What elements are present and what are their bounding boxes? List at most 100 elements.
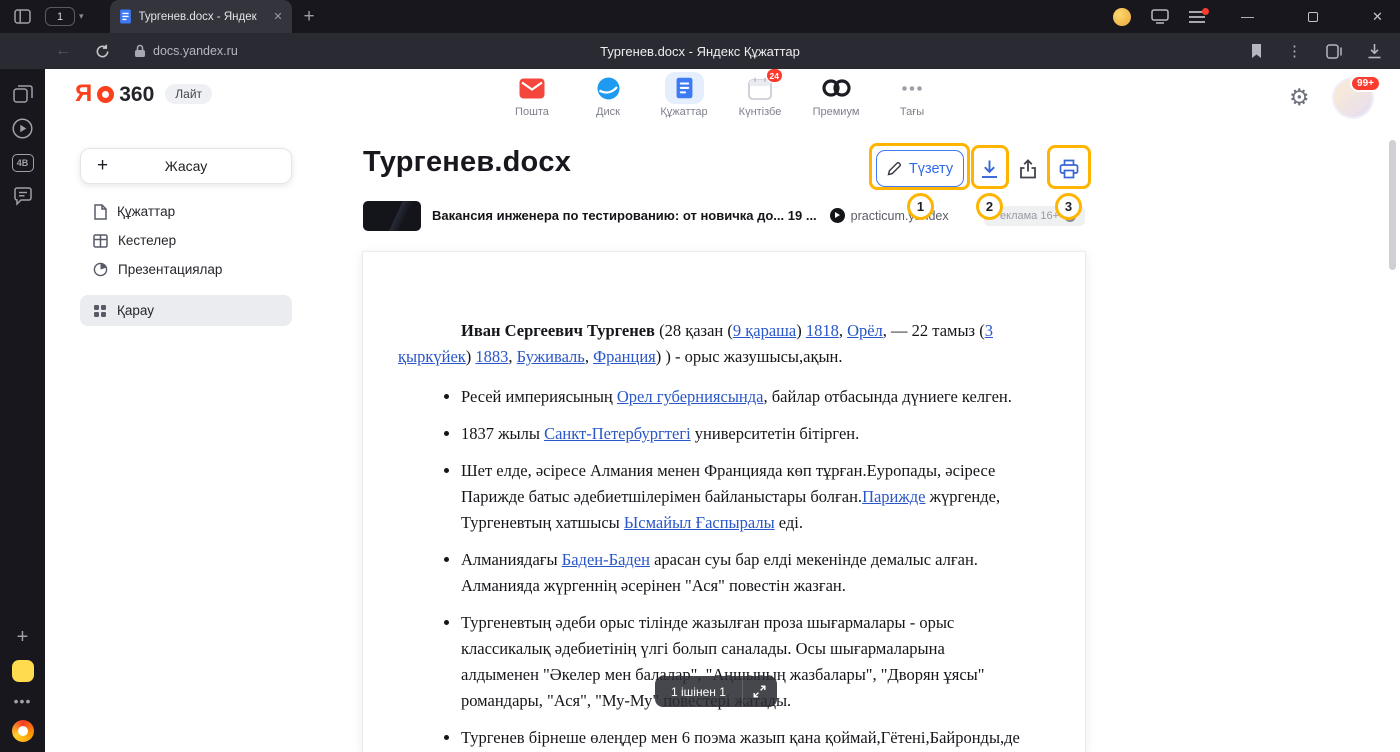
collections-icon[interactable] [13, 85, 33, 103]
browser-tab-bar: 1 ▾ Тургенев.docx - Яндек ✕ + — ✕ [0, 0, 1400, 33]
expand-icon [753, 685, 766, 698]
doc-text: , [508, 347, 516, 366]
fullscreen-button[interactable] [743, 676, 777, 707]
ad-thumbnail [363, 201, 421, 231]
rail-more-icon[interactable]: ••• [14, 693, 32, 709]
scrollbar-thumb[interactable] [1389, 140, 1396, 270]
sidebar-item-documents[interactable]: Құжаттар [80, 197, 292, 226]
sidebar-toggle-button[interactable] [0, 0, 45, 33]
docs-icon [675, 76, 694, 100]
doc-link[interactable]: Парижде [862, 487, 925, 506]
document-icon [93, 204, 107, 220]
browser-menu-button[interactable] [1189, 11, 1205, 23]
sidebar-item-tables[interactable]: Кестелер [80, 226, 292, 255]
grid-view-icon [93, 304, 107, 318]
service-disk[interactable]: Диск [575, 72, 641, 126]
yandex-360-logo[interactable]: Я 360 Лайт [75, 82, 212, 106]
downloads-icon[interactable] [1367, 43, 1382, 59]
tab-counter[interactable]: 1 [45, 7, 75, 26]
service-label: Күнтізбе [739, 106, 782, 118]
annotation-number-3: 3 [1055, 193, 1082, 220]
site-info-chip[interactable]: docs.yandex.ru [134, 44, 238, 58]
browser-avatar-icon[interactable] [1113, 8, 1131, 26]
doc-text: , байлар отбасында дүниеге келген. [763, 387, 1011, 406]
new-tab-button[interactable]: + [304, 6, 315, 28]
tab-close-icon[interactable]: ✕ [273, 10, 282, 23]
minimize-button[interactable]: — [1225, 0, 1270, 33]
download-button[interactable] [969, 149, 1009, 188]
window-close-button[interactable]: ✕ [1355, 0, 1400, 33]
service-docs[interactable]: Құжаттар [651, 72, 717, 126]
doc-text: ) [796, 321, 806, 340]
url-text[interactable]: docs.yandex.ru [153, 44, 238, 58]
download-icon [980, 159, 999, 179]
disk-icon [597, 77, 620, 100]
premium-icon [822, 79, 851, 97]
chevron-down-icon[interactable]: ▾ [79, 11, 84, 22]
annotation-number-2: 2 [976, 193, 1003, 220]
maximize-icon [1308, 12, 1318, 22]
rail-bottom-icons: + ••• [12, 626, 34, 742]
bookmark-flag-icon[interactable] [1250, 43, 1263, 59]
refresh-button[interactable] [95, 44, 110, 59]
lock-icon [134, 44, 146, 58]
doc-link[interactable]: Франция [593, 347, 656, 366]
browser-side-rail: 4B + ••• [0, 69, 45, 752]
doc-bullet: Алманиядағы Баден-Баден арасан суы бар е… [461, 547, 1022, 599]
doc-text: Алманиядағы [461, 550, 562, 569]
edit-button[interactable]: Түзету [876, 150, 964, 187]
tabbar-right-controls: — ✕ [1113, 0, 1400, 33]
share-device-icon[interactable] [1151, 9, 1169, 24]
sidebar-item-presentations[interactable]: Презентациялар [80, 255, 292, 284]
doc-link[interactable]: Буживаль [517, 347, 585, 366]
annotation-number-1: 1 [907, 193, 934, 220]
service-premium[interactable]: Премиум [803, 72, 869, 126]
settings-gear-icon[interactable]: ⚙ [1289, 84, 1310, 111]
services-nav: Пошта Диск Құжаттар [499, 72, 945, 126]
maximize-button[interactable] [1290, 0, 1335, 33]
doc-link[interactable]: Баден-Баден [562, 550, 650, 569]
doc-text: (28 қазан ( [655, 321, 733, 340]
extensions-menu-icon[interactable]: ⋮ [1287, 42, 1302, 60]
rail-add-button[interactable]: + [17, 626, 29, 649]
chat-icon[interactable] [13, 187, 33, 206]
doc-text: еді. [775, 513, 803, 532]
share-icon [1019, 159, 1037, 179]
doc-bullet: Шет елде, әсіресе Алмания менен Францияд… [461, 458, 1022, 536]
doc-text: 1837 жылы [461, 424, 544, 443]
addressbar-right-controls: ⋮ [1250, 42, 1382, 60]
collections-panel-icon[interactable] [1326, 44, 1343, 59]
yandex-messenger-icon[interactable] [12, 660, 34, 682]
doc-text: университетін бітірген. [691, 424, 860, 443]
plus-icon: + [97, 155, 108, 177]
doc-link[interactable]: 9 қараша [733, 321, 796, 340]
service-mail[interactable]: Пошта [499, 72, 565, 126]
video-play-icon[interactable] [12, 118, 33, 139]
yandex-browser-logo-icon[interactable] [12, 720, 34, 742]
service-more[interactable]: Тағы [879, 72, 945, 126]
doc-link[interactable]: Орёл [847, 321, 883, 340]
create-button[interactable]: + Жасау [80, 148, 292, 184]
doc-bold-text: Иван Сергеевич Тургенев [461, 321, 655, 340]
doc-bullet: Ресей империясының Орел губерниясында, б… [461, 384, 1022, 410]
share-button[interactable] [1008, 149, 1048, 188]
doc-link[interactable]: 1818 [806, 321, 839, 340]
doc-link[interactable]: Санкт-Петербургтегі [544, 424, 691, 443]
doc-link[interactable]: Орел губерниясында [617, 387, 764, 406]
sidebar-toggle-icon [14, 9, 31, 24]
pencil-icon [887, 161, 902, 176]
print-button[interactable] [1049, 149, 1089, 188]
service-calendar[interactable]: 24 Күнтізбе [727, 72, 793, 126]
browser-tab[interactable]: Тургенев.docx - Яндек ✕ [110, 0, 292, 33]
doc-link[interactable]: 1883 [475, 347, 508, 366]
back-button-icon[interactable]: ← [55, 42, 71, 60]
doc-paragraph: Иван Сергеевич Тургенев (28 қазан (9 қар… [398, 318, 1022, 370]
calendar-badge: 24 [766, 68, 783, 83]
ad-title[interactable]: Вакансия инженера по тестированию: от но… [432, 208, 817, 223]
sidebar-item-view[interactable]: Қарау [80, 295, 292, 326]
tab-title: Тургенев.docx - Яндек [139, 11, 267, 23]
presentation-icon [93, 262, 108, 277]
account-avatar[interactable]: 99+ [1334, 79, 1372, 117]
doc-link[interactable]: Ысмайыл Ғаспыралы [624, 513, 775, 532]
rail-badge-button[interactable]: 4B [12, 154, 34, 172]
